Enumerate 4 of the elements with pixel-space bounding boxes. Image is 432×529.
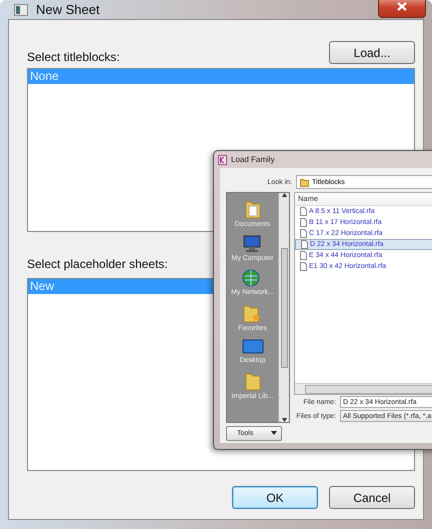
window-title: Load Family [231,155,275,164]
window-title: New Sheet [36,2,100,17]
placeholder-sheets-label: Select placeholder sheets: [27,257,168,271]
titleblocks-label: Select titleblocks: [27,50,120,64]
